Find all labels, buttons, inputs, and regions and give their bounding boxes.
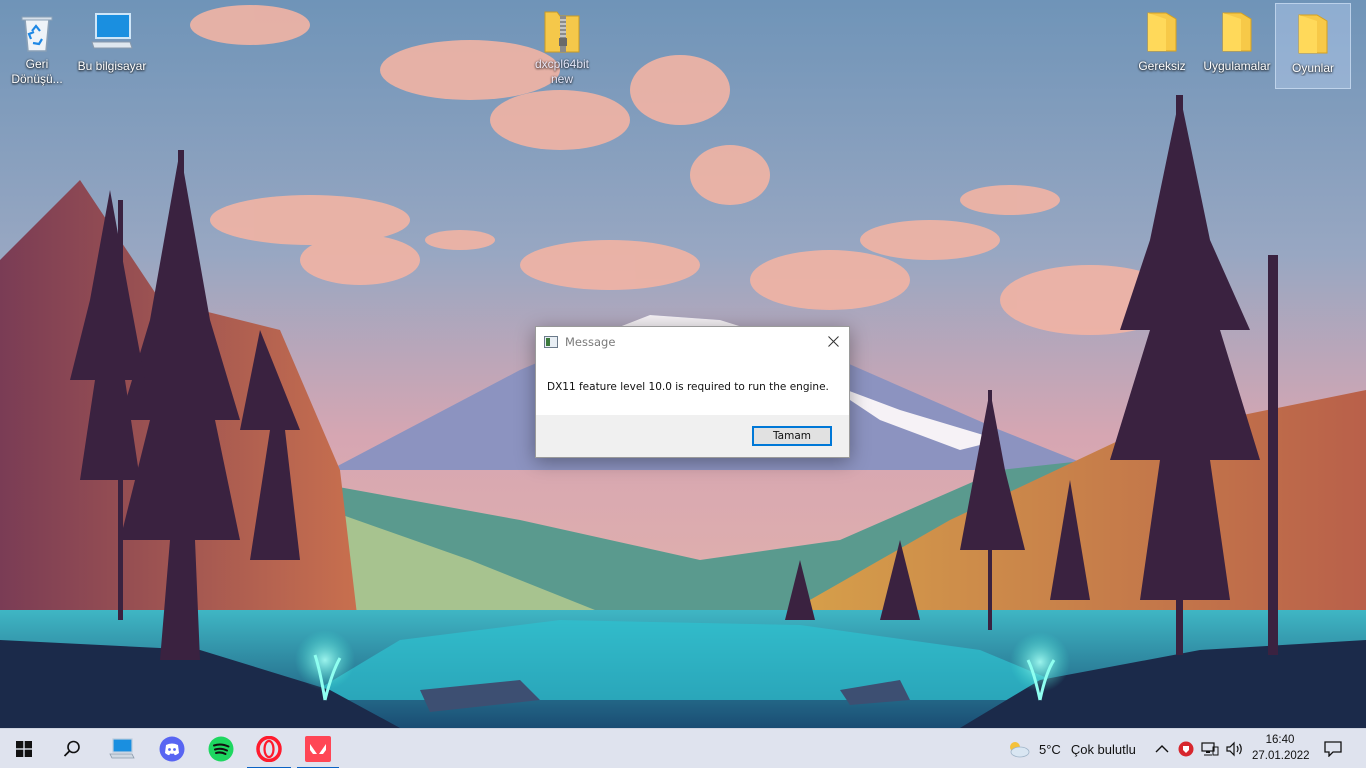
computer-icon xyxy=(109,738,135,759)
network-icon xyxy=(1201,742,1219,756)
desktop-icon-label: Bu bilgisayar xyxy=(77,59,147,73)
dialog-footer: Tamam xyxy=(536,415,849,457)
desktop-icon-label: Gereksiz xyxy=(1138,59,1186,73)
desktop-icon-label: Oyunlar xyxy=(1291,61,1335,75)
partly-cloudy-icon xyxy=(1010,742,1030,758)
tray-network[interactable] xyxy=(1201,729,1219,768)
search-icon xyxy=(63,740,80,757)
chevron-up-icon xyxy=(1155,745,1169,753)
desktop-icon-label: Geri Dönüşü... xyxy=(11,57,63,86)
spotify-icon xyxy=(208,736,234,762)
windows-logo-icon xyxy=(16,741,32,757)
weather-condition: Çok bulutlu xyxy=(1070,741,1136,757)
desktop-icon-this-pc[interactable]: Bu bilgisayar xyxy=(75,2,149,86)
app-window-icon xyxy=(544,336,558,348)
desktop-icon-dxcpl[interactable]: dxcpl64bit new xyxy=(525,2,599,86)
desktop-icon-recycle-bin[interactable]: Geri Dönüşü... xyxy=(0,2,74,86)
weather-widget[interactable]: 5°C Çok bulutlu xyxy=(1006,729,1136,768)
clock[interactable]: 16:40 27.01.2022 xyxy=(1252,732,1310,764)
folder-icon xyxy=(1138,8,1186,56)
recycle-bin-icon xyxy=(13,8,61,54)
opera-icon xyxy=(256,736,282,762)
tray-antivirus[interactable] xyxy=(1178,729,1194,768)
show-hidden-icons-button[interactable] xyxy=(1155,729,1169,768)
shield-icon xyxy=(1178,741,1194,757)
dialog-titlebar[interactable]: Message xyxy=(536,327,849,357)
dialog-message: DX11 feature level 10.0 is required to r… xyxy=(547,381,829,393)
search-button[interactable] xyxy=(48,729,96,768)
taskbar-valorant[interactable] xyxy=(297,729,339,768)
ok-button[interactable]: Tamam xyxy=(752,426,832,446)
desktop-icon-folder-gereksiz[interactable]: Gereksiz xyxy=(1125,2,1199,86)
taskbar-opera[interactable] xyxy=(247,729,291,768)
desktop-icon-folder-uygulamalar[interactable]: Uygulamalar xyxy=(1200,2,1274,86)
notification-icon xyxy=(1324,741,1342,757)
taskbar-spotify[interactable] xyxy=(197,729,245,768)
desktop-icon-folder-oyunlar[interactable]: Oyunlar xyxy=(1275,3,1351,89)
zip-folder-icon xyxy=(538,8,586,54)
folder-icon xyxy=(1289,10,1337,58)
close-button[interactable] xyxy=(817,327,849,356)
message-dialog: Message DX11 feature level 10.0 is requi… xyxy=(535,326,850,458)
desktop-icon-label: Uygulamalar xyxy=(1203,59,1271,73)
discord-icon xyxy=(159,736,185,762)
clock-date: 27.01.2022 xyxy=(1252,750,1310,762)
taskbar-this-pc[interactable] xyxy=(98,729,146,768)
valorant-icon xyxy=(305,736,331,762)
close-icon xyxy=(827,336,839,347)
desktop-icon-label: dxcpl64bit new xyxy=(534,57,590,86)
tray-volume[interactable] xyxy=(1226,729,1244,768)
start-button[interactable] xyxy=(0,729,48,768)
dialog-title: Message xyxy=(565,335,616,349)
folder-icon xyxy=(1213,8,1261,56)
volume-icon xyxy=(1226,741,1242,757)
taskbar: 5°C Çok bulutlu 16:40 27.01.2022 xyxy=(0,728,1366,768)
weather-temp: 5°C xyxy=(1039,741,1061,757)
taskbar-discord[interactable] xyxy=(148,729,196,768)
computer-icon xyxy=(88,8,136,56)
action-center-button[interactable] xyxy=(1324,729,1342,768)
clock-time: 16:40 xyxy=(1265,734,1295,746)
